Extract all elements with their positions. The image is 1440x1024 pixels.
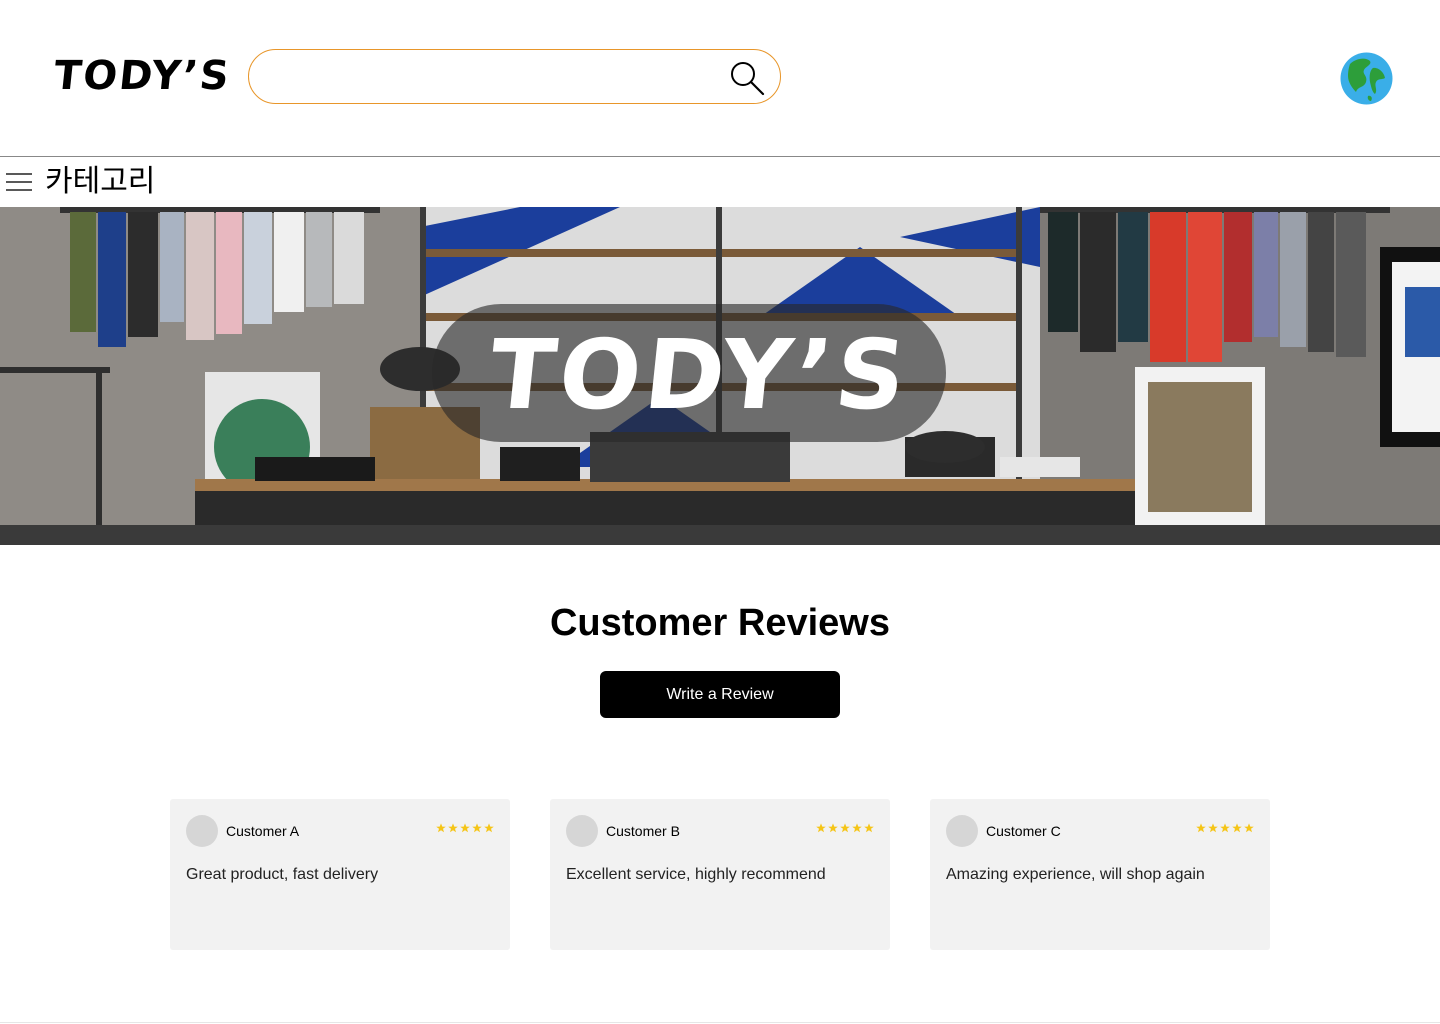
star-rating bbox=[816, 823, 874, 837]
review-card: Customer C Amazing experience, will shop… bbox=[930, 799, 1270, 950]
star-icon bbox=[1196, 823, 1206, 833]
search-bar[interactable] bbox=[248, 49, 781, 104]
star-icon bbox=[484, 823, 494, 833]
reviewer-name: Customer B bbox=[606, 823, 680, 839]
star-icon bbox=[436, 823, 446, 833]
avatar bbox=[186, 815, 218, 847]
star-icon bbox=[864, 823, 874, 833]
avatar bbox=[946, 815, 978, 847]
hero-banner: TODY’S bbox=[0, 207, 1440, 545]
star-icon bbox=[1232, 823, 1242, 833]
star-icon bbox=[1220, 823, 1230, 833]
star-icon bbox=[460, 823, 470, 833]
hamburger-menu-icon[interactable] bbox=[6, 171, 32, 193]
write-review-button[interactable]: Write a Review bbox=[600, 671, 840, 718]
review-cards: Customer A Great product, fast delivery … bbox=[170, 799, 1270, 950]
footer-divider bbox=[0, 1022, 1440, 1023]
site-logo[interactable]: TODY’S bbox=[51, 50, 233, 102]
reviews-heading: Customer Reviews bbox=[549, 602, 890, 644]
category-label[interactable]: 카테고리 bbox=[45, 163, 155, 201]
search-icon[interactable] bbox=[728, 59, 766, 97]
star-icon bbox=[840, 823, 850, 833]
review-text: Amazing experience, will shop again bbox=[946, 866, 1205, 883]
review-text: Excellent service, highly recommend bbox=[566, 866, 826, 883]
star-icon bbox=[1208, 823, 1218, 833]
category-bar[interactable]: 카테고리 bbox=[0, 157, 1440, 207]
hero-title: TODY’S bbox=[484, 319, 915, 431]
reviewer-name: Customer C bbox=[986, 823, 1061, 839]
star-icon bbox=[472, 823, 482, 833]
reviewer-name: Customer A bbox=[226, 823, 300, 839]
review-text: Great product, fast delivery bbox=[186, 866, 379, 883]
review-card: Customer A Great product, fast delivery bbox=[170, 799, 510, 950]
star-icon bbox=[852, 823, 862, 833]
star-icon bbox=[816, 823, 826, 833]
star-rating bbox=[436, 823, 494, 837]
globe-icon[interactable] bbox=[1340, 52, 1393, 105]
search-input[interactable] bbox=[271, 60, 715, 94]
avatar bbox=[566, 815, 598, 847]
star-icon bbox=[1244, 823, 1254, 833]
star-icon bbox=[828, 823, 838, 833]
review-card: Customer B Excellent service, highly rec… bbox=[550, 799, 890, 950]
star-icon bbox=[448, 823, 458, 833]
star-rating bbox=[1196, 823, 1254, 837]
